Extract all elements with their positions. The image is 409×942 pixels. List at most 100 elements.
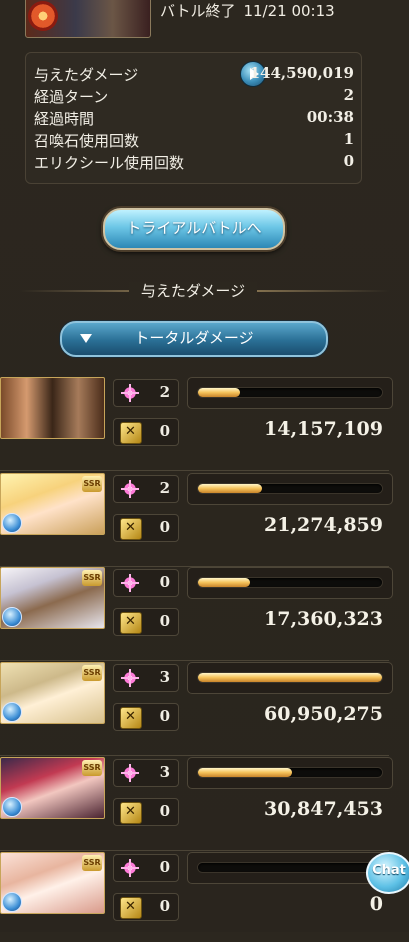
- damage-value: 30,847,453: [264, 798, 383, 820]
- chain-count: 0: [159, 802, 170, 820]
- chain-counter: 0: [113, 798, 179, 826]
- character-portrait[interactable]: SSR: [0, 852, 105, 914]
- character-row: SSR 0 0 0: [0, 852, 409, 942]
- chat-button[interactable]: Chat: [366, 852, 409, 894]
- damage-bar-box: [187, 757, 393, 789]
- damage-bar: [198, 768, 382, 777]
- stat-damage: 与えたダメージ 144,590,019: [34, 61, 354, 87]
- ougi-count: 0: [159, 858, 170, 876]
- battle-status-label: バトル終了: [160, 2, 236, 20]
- ougi-counter: 3: [113, 759, 179, 787]
- stat-label: エリクシール使用回数: [34, 154, 185, 172]
- character-portrait[interactable]: SSR: [0, 473, 105, 535]
- stat-time: 経過時間 00:38: [34, 108, 354, 130]
- ougi-count: 3: [159, 668, 170, 686]
- ougi-count: 2: [159, 479, 170, 497]
- stat-value: 144,590,019: [249, 64, 354, 82]
- stat-label: 召喚石使用回数: [34, 132, 140, 150]
- character-portrait[interactable]: SSR: [0, 757, 105, 819]
- battle-stats-panel: 与えたダメージ 144,590,019 経過ターン 2 経過時間 00:38 召…: [25, 52, 362, 184]
- damage-bar-fill: [198, 673, 382, 682]
- stat-label: 経過ターン: [34, 88, 109, 106]
- water-element-icon: [2, 892, 22, 912]
- chain-count: 0: [159, 518, 170, 536]
- total-damage-label: トータルダメージ: [134, 329, 254, 347]
- damage-bar-fill: [198, 388, 241, 397]
- chain-count: 0: [159, 612, 170, 630]
- damage-bar: [198, 863, 382, 872]
- water-element-icon: [2, 797, 22, 817]
- water-element-icon: [2, 513, 22, 533]
- ougi-counter: 0: [113, 569, 179, 597]
- total-damage-dropdown[interactable]: トータルダメージ: [60, 321, 328, 357]
- damage-bar-box: [187, 567, 393, 599]
- ougi-counter: 2: [113, 379, 179, 407]
- chain-counter: 0: [113, 893, 179, 921]
- damage-bar: [198, 484, 382, 493]
- ougi-icon: [120, 383, 140, 403]
- damage-bar-box: [187, 473, 393, 505]
- character-row: SSR 0 0 17,360,323: [0, 567, 409, 661]
- row-divider: [0, 660, 389, 661]
- stat-value: 0: [343, 152, 354, 170]
- ougi-icon: [120, 573, 140, 593]
- stat-value: 1: [343, 130, 354, 148]
- stat-value: 00:38: [306, 108, 354, 126]
- fire-element-icon: [28, 1, 58, 31]
- ssr-badge: SSR: [82, 855, 102, 871]
- character-row: SSR 2 0 21,274,859: [0, 473, 409, 567]
- damage-value: 21,274,859: [264, 514, 383, 536]
- ougi-counter: 3: [113, 664, 179, 692]
- battle-datetime: 11/21 00:13: [243, 2, 335, 20]
- damage-value: 0: [369, 893, 383, 915]
- battle-status: バトル終了 11/21 00:13: [160, 0, 335, 21]
- water-element-icon: [2, 607, 22, 627]
- quest-thumbnail: [25, 0, 151, 38]
- damage-bar: [198, 578, 382, 587]
- ssr-badge: SSR: [82, 760, 102, 776]
- chain-count: 0: [159, 707, 170, 725]
- stat-turns: 経過ターン 2: [34, 86, 354, 108]
- stat-elixir-uses: エリクシール使用回数 0: [34, 152, 354, 174]
- chain-burst-icon: [120, 707, 142, 729]
- chain-burst-icon: [120, 422, 142, 444]
- chain-burst-icon: [120, 518, 142, 540]
- damage-value: 17,360,323: [264, 608, 383, 630]
- ougi-icon: [120, 668, 140, 688]
- ssr-badge: SSR: [82, 665, 102, 681]
- trial-battle-button[interactable]: トライアルバトルへ: [103, 208, 285, 250]
- damage-bar-fill: [198, 484, 263, 493]
- chain-burst-icon: [120, 802, 142, 824]
- damage-value: 60,950,275: [264, 703, 383, 725]
- ougi-counter: 2: [113, 475, 179, 503]
- section-title: 与えたダメージ: [0, 280, 386, 301]
- character-portrait[interactable]: SSR: [0, 567, 105, 629]
- chain-count: 0: [159, 422, 170, 440]
- chain-count: 0: [159, 897, 170, 915]
- ougi-counter: 0: [113, 854, 179, 882]
- character-row: SSR 3 0 30,847,453: [0, 757, 409, 851]
- chain-counter: 0: [113, 608, 179, 636]
- chain-counter: 0: [113, 703, 179, 731]
- stat-summon-uses: 召喚石使用回数 1: [34, 130, 354, 152]
- ougi-count: 0: [159, 573, 170, 591]
- damage-bar-box: [187, 852, 393, 884]
- ougi-icon: [120, 858, 140, 878]
- stat-label: 経過時間: [34, 110, 95, 128]
- stat-value: 2: [343, 86, 354, 104]
- character-portrait[interactable]: [0, 377, 105, 439]
- damage-bar-box: [187, 377, 393, 409]
- stat-label: 与えたダメージ: [34, 66, 139, 84]
- damage-bar-fill: [198, 768, 292, 777]
- character-portrait[interactable]: SSR: [0, 662, 105, 724]
- ssr-badge: SSR: [82, 570, 102, 586]
- ougi-icon: [120, 479, 140, 499]
- result-header: バトル終了 11/21 00:13: [0, 0, 409, 42]
- water-element-icon: [2, 702, 22, 722]
- damage-bar-fill: [198, 578, 250, 587]
- chain-burst-icon: [120, 897, 142, 919]
- damage-bar: [198, 388, 382, 397]
- ougi-icon: [120, 763, 140, 783]
- row-divider: [0, 850, 389, 851]
- character-row: SSR 3 0 60,950,275: [0, 662, 409, 756]
